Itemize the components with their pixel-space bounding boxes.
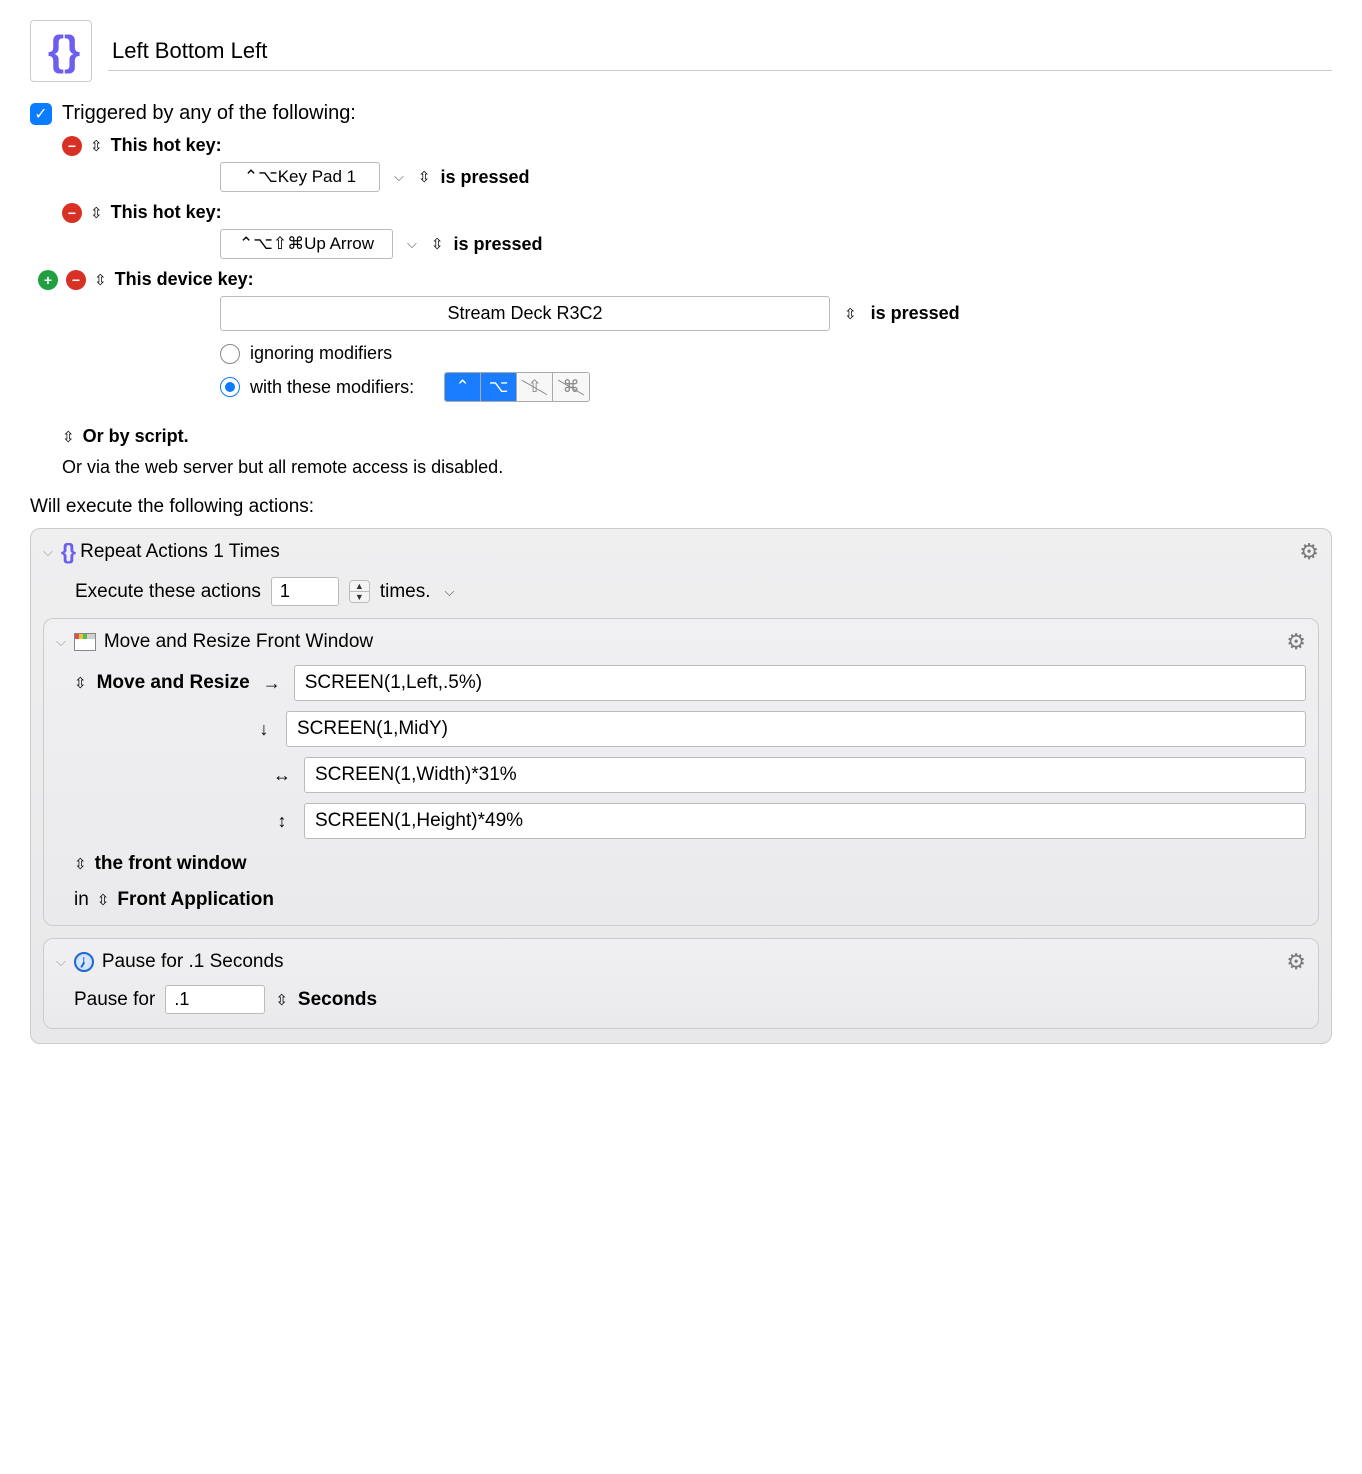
remote-disabled-label: Or via the web server but all remote acc… <box>62 457 503 478</box>
add-trigger-button[interactable]: + <box>38 270 58 290</box>
window-icon <box>74 633 96 651</box>
is-pressed-2: is pressed <box>453 234 542 255</box>
window-target-stepper[interactable]: ⇳ <box>74 855 87 873</box>
modifier-group: ⌃ ⌥ ⇧ ⌘ <box>444 372 590 402</box>
arrow-right-icon: → <box>260 673 284 694</box>
with-modifiers-radio[interactable] <box>220 377 240 397</box>
pause-unit-stepper[interactable]: ⇳ <box>275 991 288 1009</box>
width-input[interactable] <box>304 757 1306 793</box>
pause-title: Pause for .1 Seconds <box>102 951 284 973</box>
gear-icon[interactable]: ⚙ <box>1286 949 1306 975</box>
ignoring-modifiers-label: ignoring modifiers <box>250 343 392 364</box>
repeat-stepper[interactable]: ▲▼ <box>349 580 370 603</box>
pause-for-label: Pause for <box>74 989 155 1011</box>
clock-icon <box>74 952 94 972</box>
is-pressed-1: is pressed <box>440 167 529 188</box>
mod-option[interactable]: ⌥ <box>481 373 517 401</box>
gear-icon[interactable]: ⚙ <box>1286 629 1306 655</box>
in-label: in <box>74 889 89 911</box>
repeat-title: Repeat Actions 1 Times <box>80 541 280 563</box>
height-input[interactable] <box>304 803 1306 839</box>
pos-x-input[interactable] <box>294 665 1306 701</box>
arrow-width-icon: ↔ <box>270 765 294 786</box>
triggered-label: Triggered by any of the following: <box>62 102 356 125</box>
move-resize-title: Move and Resize Front Window <box>104 631 373 653</box>
condition-stepper-1[interactable]: ⇳ <box>418 168 431 186</box>
macro-icon[interactable]: { } <box>30 20 92 82</box>
front-window-label: the front window <box>95 853 247 875</box>
reorder-icon[interactable]: ⇳ <box>94 271 107 289</box>
device-key-label: This device key: <box>115 269 254 290</box>
disclosure-icon[interactable]: ⌵ <box>56 634 66 650</box>
remove-trigger-button[interactable]: − <box>62 136 82 156</box>
seconds-label: Seconds <box>298 989 377 1011</box>
hotkey-menu-2[interactable]: ⌵ <box>403 236 421 252</box>
hotkey-input-2[interactable]: ⌃⌥⇧⌘Up Arrow <box>220 229 393 259</box>
move-resize-label: Move and Resize <box>97 672 250 694</box>
pause-value-input[interactable] <box>165 985 265 1014</box>
condition-stepper-3[interactable]: ⇳ <box>844 305 857 323</box>
or-script-label: Or by script. <box>83 426 189 447</box>
with-modifiers-label: with these modifiers: <box>250 377 414 398</box>
condition-stepper-2[interactable]: ⇳ <box>431 235 444 253</box>
pause-action[interactable]: ⌵ Pause for .1 Seconds ⚙ Pause for ⇳ Sec… <box>43 938 1319 1029</box>
arrow-down-icon: ↓ <box>252 719 276 740</box>
execute-these-label: Execute these actions <box>75 581 261 603</box>
is-pressed-3: is pressed <box>871 303 960 324</box>
move-resize-action[interactable]: ⌵ Move and Resize Front Window ⚙ ⇳ Move … <box>43 618 1319 926</box>
remove-trigger-button[interactable]: − <box>62 203 82 223</box>
repeat-count-input[interactable] <box>271 577 339 606</box>
hotkey-menu-1[interactable]: ⌵ <box>390 169 408 185</box>
script-stepper[interactable]: ⇳ <box>62 428 75 446</box>
remove-trigger-button[interactable]: − <box>66 270 86 290</box>
pos-y-input[interactable] <box>286 711 1306 747</box>
braces-icon: { } <box>61 539 72 565</box>
reorder-icon[interactable]: ⇳ <box>90 204 103 222</box>
mod-ctrl[interactable]: ⌃ <box>445 373 481 401</box>
enabled-checkbox[interactable]: ✓ <box>30 103 52 125</box>
times-menu[interactable]: ⌵ <box>441 584 459 600</box>
hotkey-label: This hot key: <box>111 202 222 223</box>
reorder-icon[interactable]: ⇳ <box>90 137 103 155</box>
gear-icon[interactable]: ⚙ <box>1299 539 1319 565</box>
front-app-label: Front Application <box>117 889 274 911</box>
braces-icon: { } <box>48 27 74 75</box>
move-resize-stepper[interactable]: ⇳ <box>74 674 87 692</box>
macro-title-input[interactable] <box>108 32 1332 71</box>
mod-command[interactable]: ⌘ <box>553 373 589 401</box>
device-key-input[interactable]: Stream Deck R3C2 <box>220 296 830 331</box>
app-target-stepper[interactable]: ⇳ <box>97 891 110 909</box>
repeat-action[interactable]: ⌵ { } Repeat Actions 1 Times ⚙ Execute t… <box>30 528 1332 1044</box>
arrow-height-icon: ↕ <box>270 811 294 832</box>
disclosure-icon[interactable]: ⌵ <box>56 954 66 970</box>
times-label: times. <box>380 581 431 603</box>
hotkey-label: This hot key: <box>111 135 222 156</box>
mod-shift[interactable]: ⇧ <box>517 373 553 401</box>
ignoring-modifiers-radio[interactable] <box>220 344 240 364</box>
will-execute-label: Will execute the following actions: <box>30 496 1332 518</box>
disclosure-icon[interactable]: ⌵ <box>43 544 53 560</box>
hotkey-input-1[interactable]: ⌃⌥Key Pad 1 <box>220 162 380 192</box>
